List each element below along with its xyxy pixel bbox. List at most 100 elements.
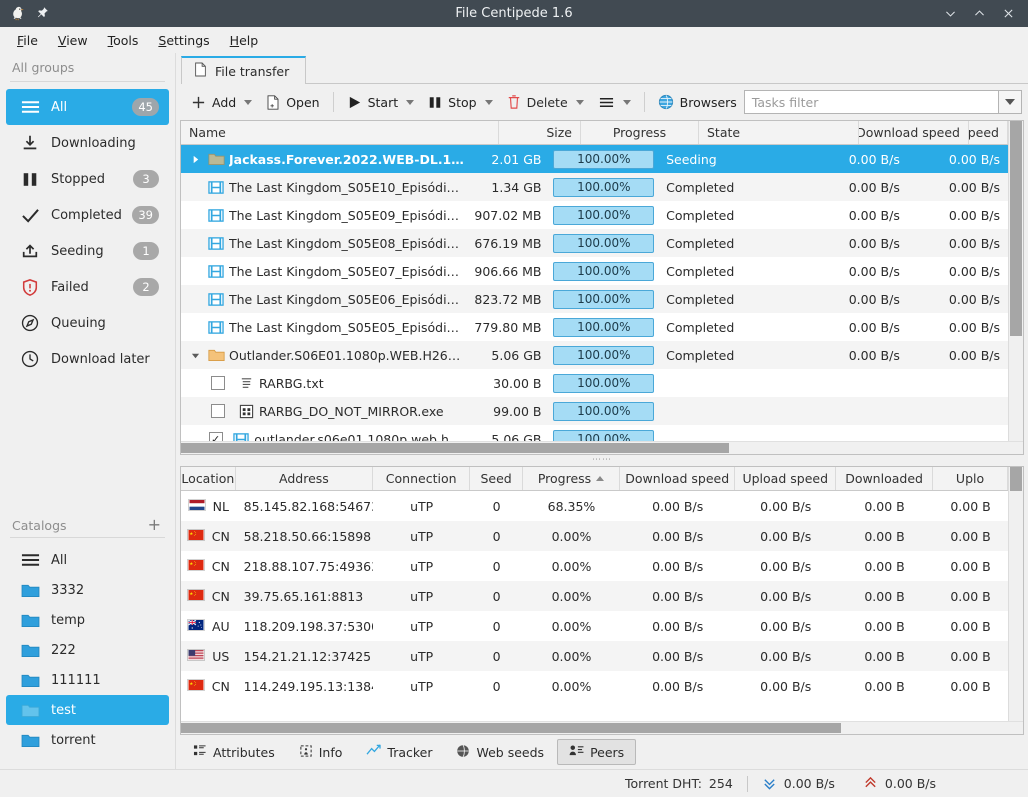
browsers-button[interactable]: Browsers [651, 89, 744, 115]
table-row[interactable]: CN 58.218.50.66:15898 uTP 0 0.00% 0.00 B/s 0.0… [181, 521, 1008, 551]
table-row[interactable]: CN 39.75.65.161:8813 uTP 0 0.00% 0.00 B/s 0.00… [181, 581, 1008, 611]
table-row[interactable]: The Last Kingdom_S05E10_Episódio 10.mp4 1… [181, 173, 1008, 201]
add-catalog-button[interactable]: + [148, 517, 161, 533]
table-row[interactable]: AU 118.209.198.37:53004 uTP 0 0.00% 0.00 B/s 0… [181, 611, 1008, 641]
film-icon [228, 432, 254, 441]
start-dropdown-caret[interactable] [406, 99, 415, 105]
add-button[interactable]: Add [184, 89, 259, 115]
close-button[interactable] [995, 3, 1021, 25]
peers-column-header[interactable]: Location [181, 467, 236, 490]
tasks-column-header[interactable]: Download speed [859, 121, 969, 144]
sidebar-item-badge: 45 [132, 98, 159, 116]
detail-tab-attributes[interactable]: Attributes [182, 739, 286, 765]
table-row[interactable]: The Last Kingdom_S05E08_Episódio 8.mp4 67… [181, 229, 1008, 257]
table-row[interactable]: CN 218.88.107.75:49363 uTP 0 0.00% 0.00 B/s 0.… [181, 551, 1008, 581]
tasks-column-header[interactable]: Name [181, 121, 499, 144]
table-row[interactable]: Outlander.S06E01.1080p.WEB.H264-CAKES[r⋯… [181, 341, 1008, 369]
table-row[interactable]: Jackass.Forever.2022.WEB-DL.1080p.X264 2.… [181, 145, 1008, 173]
main-body: All groups All 45 Downloading Stopped 3 Compl… [0, 53, 1028, 769]
peers-column-header[interactable]: Address [236, 467, 374, 490]
sidebar-item-failed[interactable]: Failed 2 [6, 269, 169, 305]
tab-file-transfer[interactable]: File transfer [181, 56, 307, 84]
detail-tab-info[interactable]: Info [288, 739, 354, 765]
catalog-item-test[interactable]: test [6, 695, 169, 725]
maximize-button[interactable] [966, 3, 992, 25]
table-row[interactable]: NL 85.145.82.168:54673 uTP 0 68.35% 0.00 B/s 0… [181, 491, 1008, 521]
tasks-column-header[interactable]: Progress [581, 121, 699, 144]
table-row[interactable]: US 154.21.21.12:37425 uTP 0 0.00% 0.00 B/s 0.0… [181, 641, 1008, 671]
tasks-filter-dropdown[interactable] [998, 90, 1023, 114]
sidebar-item-all[interactable]: All 45 [6, 89, 169, 125]
table-row[interactable]: RARBG_DO_NOT_MIRROR.exe 99.00 B 100.00% [181, 397, 1008, 425]
delete-button[interactable]: Delete [500, 89, 591, 115]
table-row[interactable]: CN 114.249.195.13:13843 uTP 0 0.00% 0.00 B/s 0… [181, 671, 1008, 701]
expand-arrow-icon[interactable] [187, 155, 203, 164]
row-download-speed: 0.00 B/s [848, 319, 900, 335]
tasks-column-header[interactable]: State [699, 121, 859, 144]
start-button[interactable]: Start [340, 89, 422, 115]
sidebar-item-downloading[interactable]: Downloading [6, 125, 169, 161]
tasks-column-header[interactable]: Upload speed [969, 121, 1008, 144]
peers-column-header[interactable]: Uplo [933, 467, 1008, 490]
pin-icon[interactable] [35, 5, 50, 23]
peer-seed: 0 [492, 618, 501, 634]
detail-tab-tracker[interactable]: Tracker [355, 739, 443, 765]
tasks-filter-input[interactable]: Tasks filter [743, 90, 999, 114]
peers-column-header[interactable]: Connection [373, 467, 471, 490]
catalog-item-3332[interactable]: 3332 [6, 575, 169, 605]
minimize-button[interactable] [937, 3, 963, 25]
tasks-horizontal-scrollbar[interactable] [181, 441, 1023, 454]
menu-help[interactable]: Help [221, 30, 268, 51]
row-checkbox[interactable] [203, 404, 233, 418]
catalog-item-temp[interactable]: temp [6, 605, 169, 635]
table-row[interactable]: The Last Kingdom_S05E07_Episódio 7.mp4 90… [181, 257, 1008, 285]
delete-dropdown-caret[interactable] [575, 99, 584, 105]
detail-tab-web-seeds[interactable]: Web seeds [445, 739, 555, 765]
row-checkbox[interactable]: ✓ [203, 432, 228, 441]
catalog-item-111111[interactable]: 111111 [6, 665, 169, 695]
table-row[interactable]: The Last Kingdom_S05E09_Episódio 9.mp4 90… [181, 201, 1008, 229]
table-row[interactable]: ✓ outlander.s06e01.1080p.web.h264-ca⋯ 5.06… [181, 425, 1008, 441]
catalog-item-222[interactable]: 222 [6, 635, 169, 665]
open-button[interactable]: Open [259, 89, 326, 115]
menu-settings[interactable]: Settings [149, 30, 218, 51]
menu-file[interactable]: File [8, 30, 47, 51]
add-dropdown-caret[interactable] [244, 99, 253, 105]
peers-vertical-scrollbar[interactable] [1008, 467, 1023, 721]
menu-tools[interactable]: Tools [99, 30, 148, 51]
peers-column-header[interactable]: Seed [470, 467, 524, 490]
row-name: The Last Kingdom_S05E10_Episódio 10.mp4 [229, 179, 465, 195]
table-row[interactable]: RARBG.txt 30.00 B 100.00% [181, 369, 1008, 397]
collapse-arrow-icon[interactable] [187, 351, 203, 360]
sidebar-item-seeding[interactable]: Seeding 1 [6, 233, 169, 269]
stop-dropdown-caret[interactable] [484, 99, 493, 105]
more-menu-button[interactable] [591, 89, 638, 115]
peers-horizontal-scrollbar[interactable] [181, 721, 1023, 734]
sort-ascending-icon [596, 476, 605, 481]
sidebar-item-label: Download later [51, 351, 150, 367]
sidebar-groups-header: All groups [12, 60, 75, 75]
sidebar-item-completed[interactable]: Completed 39 [6, 197, 169, 233]
panel-splitter[interactable]: ⋯⋯ [176, 455, 1028, 466]
detail-tab-peers[interactable]: Peers [557, 739, 637, 765]
menu-view[interactable]: View [49, 30, 97, 51]
peers-column-header[interactable]: Upload speed [735, 467, 837, 490]
peers-column-header[interactable]: Progress [523, 467, 621, 490]
row-download-speed: 0.00 B/s [848, 235, 900, 251]
peers-column-header[interactable]: Download speed [620, 467, 736, 490]
more-dropdown-caret[interactable] [622, 99, 631, 105]
row-checkbox[interactable] [203, 376, 233, 390]
sidebar-item-queuing[interactable]: Queuing [6, 305, 169, 341]
row-size: 779.80 MB [474, 319, 542, 335]
sidebar-item-stopped[interactable]: Stopped 3 [6, 161, 169, 197]
table-row[interactable]: The Last Kingdom_S05E06_Episódio 6.mp4 82… [181, 285, 1008, 313]
catalog-item-all[interactable]: All [6, 545, 169, 575]
peer-download-speed: 0.00 B/s [652, 618, 704, 634]
stop-button[interactable]: Stop [421, 89, 499, 115]
peers-column-header[interactable]: Downloaded [836, 467, 934, 490]
table-row[interactable]: The Last Kingdom_S05E05_Episódio 5.mp4 77… [181, 313, 1008, 341]
sidebar-item-download-later[interactable]: Download later [6, 341, 169, 377]
tasks-column-header[interactable]: Size [499, 121, 581, 144]
catalog-item-torrent[interactable]: torrent [6, 725, 169, 755]
tasks-vertical-scrollbar[interactable] [1008, 121, 1023, 441]
